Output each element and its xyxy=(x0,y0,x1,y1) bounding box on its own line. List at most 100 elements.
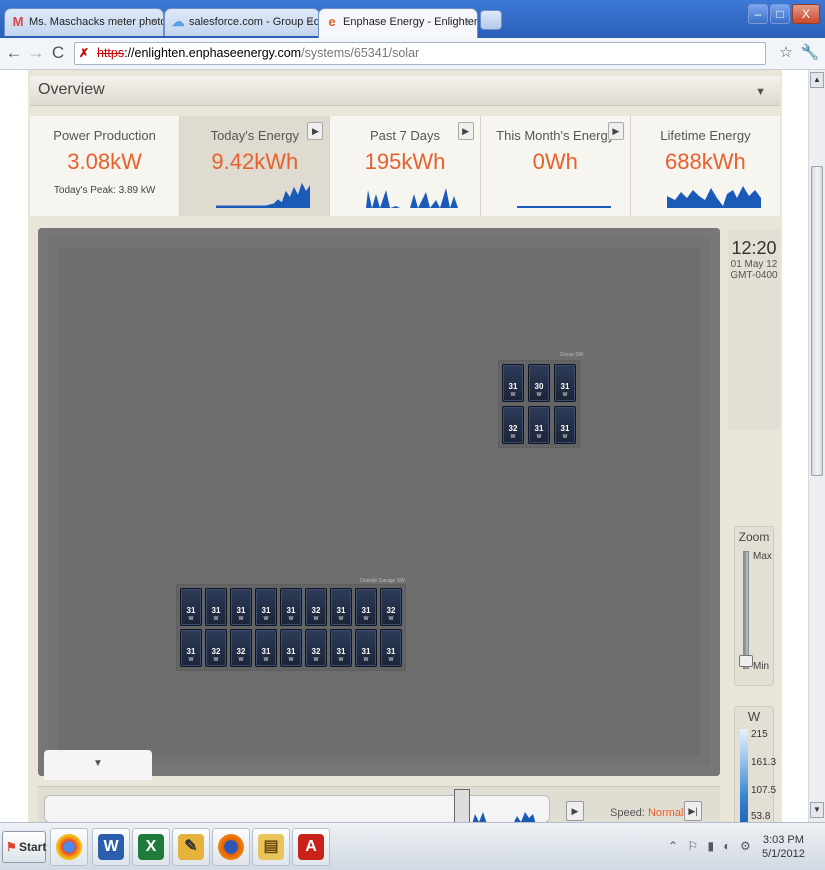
panel-watts: 31 xyxy=(186,647,196,656)
tab-title: Ms. Maschacks meter photos - xyxy=(29,16,164,28)
solar-panel[interactable]: 32 W xyxy=(305,588,327,626)
solar-panel[interactable]: 32 W xyxy=(502,406,524,444)
excel-icon[interactable]: X xyxy=(132,828,170,866)
notes-icon[interactable]: ✎ xyxy=(172,828,210,866)
panel-watts: 31 xyxy=(361,606,371,615)
word-icon[interactable]: W xyxy=(92,828,130,866)
stat-todays-energy[interactable]: ▶ Today's Energy 9.42kWh xyxy=(180,116,331,216)
legend-title: W xyxy=(747,709,761,724)
page-content: Overview ▼ Power Production 3.08kW Today… xyxy=(0,70,808,822)
panel-array-outside-garage[interactable]: 31 W 31 W 31 W 31 W 31 W 32 W 31 W 31 W 32 W 31 W 32 W 32 W 31 W 3… xyxy=(176,584,406,671)
scroll-up-icon[interactable]: ▲ xyxy=(810,72,824,88)
close-window-button[interactable]: X xyxy=(792,4,820,24)
panel-unit: W xyxy=(213,616,219,622)
tab-salesforce[interactable]: ☁ salesforce.com - Group Edition × xyxy=(164,8,320,36)
power-legend: W 215 161.3 107.5 53.8 xyxy=(734,706,776,822)
solar-panel[interactable]: 31 W xyxy=(255,629,277,667)
title-bar: M Ms. Maschacks meter photos - × ☁ sales… xyxy=(0,0,825,38)
solar-panel[interactable]: 31 W xyxy=(380,629,402,667)
play-icon[interactable]: ▶ xyxy=(307,122,324,140)
minimize-button[interactable]: – xyxy=(748,4,768,24)
play-icon[interactable]: ▶ xyxy=(607,122,624,140)
stat-power-production[interactable]: Power Production 3.08kW Today's Peak: 3.… xyxy=(30,116,181,216)
tab-title: Enphase Energy - Enlighten | xyxy=(343,16,478,28)
stat-past-7-days[interactable]: ▶ Past 7 Days 195kWh xyxy=(330,116,481,216)
zoom-slider-handle[interactable] xyxy=(739,655,753,667)
tab-enphase[interactable]: e Enphase Energy - Enlighten | × xyxy=(318,8,478,38)
tray-clock[interactable]: 3:03 PM 5/1/2012 xyxy=(762,833,805,861)
solar-panel[interactable]: 31 W xyxy=(330,629,352,667)
overview-header[interactable]: Overview ▼ xyxy=(30,76,780,106)
array-map[interactable]: Group SW 31 W 30 W 31 W 32 W 31 W 31 W Outside Gara… xyxy=(38,228,720,776)
solar-panel[interactable]: 32 W xyxy=(305,629,327,667)
skip-end-icon[interactable]: ▶| xyxy=(684,801,702,821)
solar-panel[interactable]: 31 W xyxy=(180,629,202,667)
speed-control[interactable]: Speed: Normal xyxy=(610,807,683,819)
play-icon[interactable]: ▶ xyxy=(566,801,584,821)
solar-panel[interactable]: 31 W xyxy=(205,588,227,626)
gmail-icon: M xyxy=(12,14,24,29)
panel-unit: W xyxy=(213,657,219,663)
legend-tick: 53.8 xyxy=(751,811,771,822)
panel-watts: 32 xyxy=(311,606,321,615)
drawer-toggle[interactable]: ▼ xyxy=(44,750,152,780)
timeline-track[interactable] xyxy=(44,795,550,822)
chrome-icon[interactable] xyxy=(50,828,88,866)
back-icon[interactable]: ← xyxy=(4,43,24,63)
reload-icon[interactable]: C xyxy=(48,43,68,63)
scroll-down-icon[interactable]: ▼ xyxy=(810,802,824,818)
page-scrollbar[interactable]: ▲ ▼ xyxy=(808,70,825,822)
url-protocol: https xyxy=(97,46,125,60)
timeline-handle[interactable] xyxy=(454,789,470,822)
forward-icon[interactable]: → xyxy=(26,43,46,63)
maximize-button[interactable]: □ xyxy=(770,4,790,24)
solar-panel[interactable]: 31 W xyxy=(528,406,550,444)
play-icon[interactable]: ▶ xyxy=(457,122,474,140)
solar-panel[interactable]: 31 W xyxy=(355,588,377,626)
solar-panel[interactable]: 31 W xyxy=(330,588,352,626)
sparkline-lifetime xyxy=(666,186,761,208)
bookmark-star-icon[interactable]: ☆ xyxy=(776,43,796,61)
browser-window: { "browser": { "tabs": [ {"title": "Ms. … xyxy=(0,0,825,870)
collapse-icon[interactable]: ▼ xyxy=(755,78,766,106)
close-icon[interactable]: × xyxy=(151,9,157,35)
panel-array-group-sw[interactable]: 31 W 30 W 31 W 32 W 31 W 31 W xyxy=(498,360,580,448)
solar-panel[interactable]: 31 W xyxy=(502,364,524,402)
firefox-icon[interactable] xyxy=(212,828,250,866)
solar-panel[interactable]: 32 W xyxy=(230,629,252,667)
panel-unit: W xyxy=(388,616,394,622)
solar-panel[interactable]: 31 W xyxy=(230,588,252,626)
solar-panel[interactable]: 30 W xyxy=(528,364,550,402)
stat-lifetime[interactable]: Lifetime Energy 688kWh xyxy=(630,116,781,216)
explorer-icon[interactable]: ▤ xyxy=(252,828,290,866)
panel-unit: W xyxy=(510,392,516,398)
solar-panel[interactable]: 31 W xyxy=(255,588,277,626)
solar-panel[interactable]: 31 W xyxy=(355,629,377,667)
array-label: Group SW xyxy=(560,352,584,358)
solar-panel[interactable]: 31 W xyxy=(180,588,202,626)
stat-value: 0Wh xyxy=(532,149,578,174)
stat-this-month[interactable]: ▶ This Month's Energy 0Wh xyxy=(480,116,631,216)
new-tab-button[interactable] xyxy=(480,10,502,30)
solar-panel[interactable]: 32 W xyxy=(380,588,402,626)
zoom-slider[interactable] xyxy=(743,551,749,669)
tab-gmail[interactable]: M Ms. Maschacks meter photos - × xyxy=(4,8,164,36)
solar-panel[interactable]: 31 W xyxy=(554,364,576,402)
system-tray: ⌃ ⚐ ▮ ◐ ⚙ 3:03 PM 5/1/2012 xyxy=(664,831,814,863)
tray-icons[interactable]: ⌃ ⚐ ▮ ◐ ⚙ xyxy=(668,839,754,853)
close-icon[interactable]: × xyxy=(465,9,471,35)
address-bar[interactable]: ✗ https://enlighten.enphaseenergy.com/sy… xyxy=(74,42,766,65)
close-icon[interactable]: × xyxy=(307,9,313,35)
clock-timezone: GMT-0400 xyxy=(730,270,778,281)
solar-panel[interactable]: 32 W xyxy=(205,629,227,667)
panel-unit: W xyxy=(263,616,269,622)
start-button[interactable]: ⚑ Start xyxy=(2,831,46,863)
acrobat-icon[interactable]: A xyxy=(292,828,330,866)
wrench-icon[interactable]: 🔧 xyxy=(800,43,820,61)
scrollbar-thumb[interactable] xyxy=(811,166,823,476)
solar-panel[interactable]: 31 W xyxy=(280,629,302,667)
solar-panel[interactable]: 31 W xyxy=(280,588,302,626)
panel-watts: 31 xyxy=(336,647,346,656)
solar-panel[interactable]: 31 W xyxy=(554,406,576,444)
panel-unit: W xyxy=(363,657,369,663)
